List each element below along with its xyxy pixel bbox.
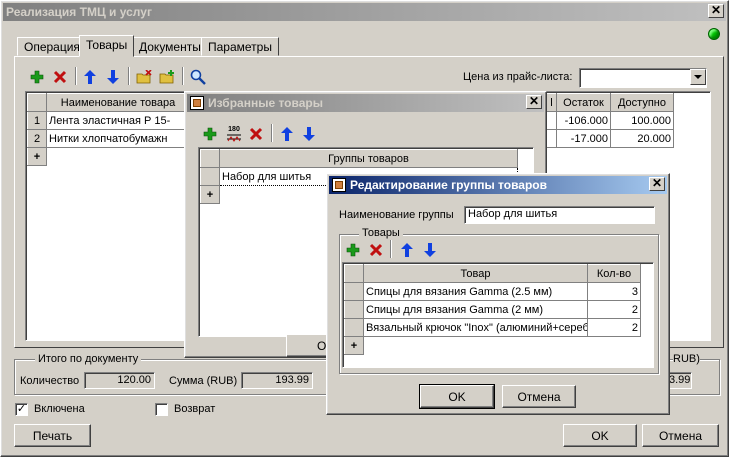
toolbar-separator — [390, 240, 392, 258]
tab-goods[interactable]: Товары — [79, 35, 135, 57]
main-ok-button[interactable]: OK — [563, 424, 637, 447]
add-row-marker[interactable]: + — [344, 336, 364, 355]
delete-icon[interactable] — [368, 242, 384, 258]
items-grid: Товар Кол-во Спицы для вязания Gamma (2.… — [344, 264, 641, 355]
goods-grid: Наименование товара 1 Лента эластичная Р… — [27, 93, 190, 166]
tab-operation[interactable]: Операция — [17, 37, 87, 56]
folder-remove-icon[interactable] — [136, 69, 152, 85]
main-cancel-button[interactable]: Отмена — [642, 424, 719, 447]
edit-group-close-button[interactable]: ✕ — [649, 177, 665, 191]
sum-label: Сумма (RUB) — [169, 375, 238, 387]
goods-group-title: Товары — [359, 227, 403, 239]
toolbar-separator — [75, 67, 77, 85]
edit-group-title: Редактирование группы товаров — [350, 178, 548, 192]
edit-ok-button[interactable]: OK — [419, 384, 495, 409]
return-checkbox[interactable] — [155, 403, 168, 416]
move-down-icon[interactable] — [301, 126, 317, 142]
edit-group-titlebar[interactable]: Редактирование группы товаров ✕ — [329, 176, 667, 194]
add-icon[interactable] — [202, 126, 218, 142]
table-row[interactable]: Спицы для вязания Gamma (2.5 мм) 3 — [344, 282, 641, 301]
goods-grid-right: l Остаток Доступно -106.000 100.000 -17.… — [546, 93, 674, 148]
group-name-label: Наименование группы — [339, 209, 454, 221]
main-titlebar[interactable]: Реализация ТМЦ и услуг ✕ — [3, 3, 726, 21]
table-row[interactable]: -17.000 20.000 — [546, 129, 674, 148]
return-label: Возврат — [174, 403, 216, 415]
search-icon[interactable] — [190, 69, 206, 85]
tab-documents[interactable]: Документы — [132, 37, 208, 56]
move-up-icon[interactable] — [399, 242, 415, 258]
move-up-icon[interactable] — [279, 126, 295, 142]
main-title: Реализация ТМЦ и услуг — [6, 5, 152, 19]
grid-corner — [27, 93, 47, 112]
table-row[interactable]: 1 Лента эластичная Р 15- — [27, 111, 190, 130]
toolbar-separator — [271, 124, 273, 142]
group-name-input[interactable]: Набор для шитья — [464, 206, 655, 224]
enabled-label: Включена — [34, 403, 85, 415]
col-header-qty[interactable]: Кол-во — [587, 264, 641, 283]
goods-toolbar — [25, 67, 225, 89]
quantity-value: 120.00 — [84, 372, 155, 389]
toolbar-separator — [182, 67, 184, 85]
right-sum-label: RUB) — [673, 353, 700, 365]
edit-group-dialog: Редактирование группы товаров ✕ Наименов… — [326, 173, 670, 415]
print-button[interactable]: Печать — [14, 424, 91, 447]
rotate-icon[interactable]: 180 — [223, 124, 245, 144]
table-row[interactable]: Вязальный крючок "Inox" (алюминий+серебр… — [344, 318, 641, 337]
status-indicator — [708, 28, 720, 40]
enabled-checkbox[interactable]: ✓ — [15, 403, 28, 416]
price-list-label: Цена из прайс-листа: — [463, 71, 573, 83]
main-close-button[interactable]: ✕ — [708, 4, 724, 18]
toolbar-separator — [128, 67, 130, 85]
delete-icon[interactable] — [248, 126, 264, 142]
app-icon — [332, 178, 346, 192]
table-row[interactable]: 2 Нитки хлопчатобумажн — [27, 129, 190, 148]
col-header-item[interactable]: Товар — [363, 264, 588, 283]
quantity-label: Количество — [20, 375, 80, 387]
chevron-down-icon[interactable] — [690, 69, 706, 85]
add-row-marker[interactable]: + — [27, 147, 47, 166]
col-header-rest[interactable]: Остаток — [556, 93, 611, 112]
add-icon[interactable] — [345, 242, 361, 258]
col-header-name[interactable]: Наименование товара — [46, 93, 190, 112]
edit-cancel-button[interactable]: Отмена — [502, 385, 576, 408]
tab-parameters[interactable]: Параметры — [201, 37, 279, 56]
move-down-icon[interactable] — [105, 69, 121, 85]
app-icon — [190, 96, 204, 110]
favorites-title: Избранные товары — [208, 96, 323, 110]
col-header-groups[interactable]: Группы товаров — [219, 149, 518, 168]
sum-value: 193.99 — [241, 372, 313, 389]
favorites-close-button[interactable]: ✕ — [526, 95, 542, 109]
folder-add-icon[interactable] — [159, 69, 175, 85]
add-icon[interactable] — [29, 69, 45, 85]
move-down-icon[interactable] — [422, 242, 438, 258]
table-row[interactable]: Спицы для вязания Gamma (2 мм) 2 — [344, 300, 641, 319]
totals-title: Итого по документу — [35, 353, 142, 365]
delete-icon[interactable] — [52, 69, 68, 85]
favorites-titlebar[interactable]: Избранные товары ✕ — [187, 94, 544, 112]
col-header-available[interactable]: Доступно — [610, 93, 674, 112]
add-row-marker[interactable]: + — [200, 185, 220, 204]
price-list-select[interactable] — [579, 68, 707, 88]
move-up-icon[interactable] — [82, 69, 98, 85]
table-row[interactable]: -106.000 100.000 — [546, 111, 674, 130]
